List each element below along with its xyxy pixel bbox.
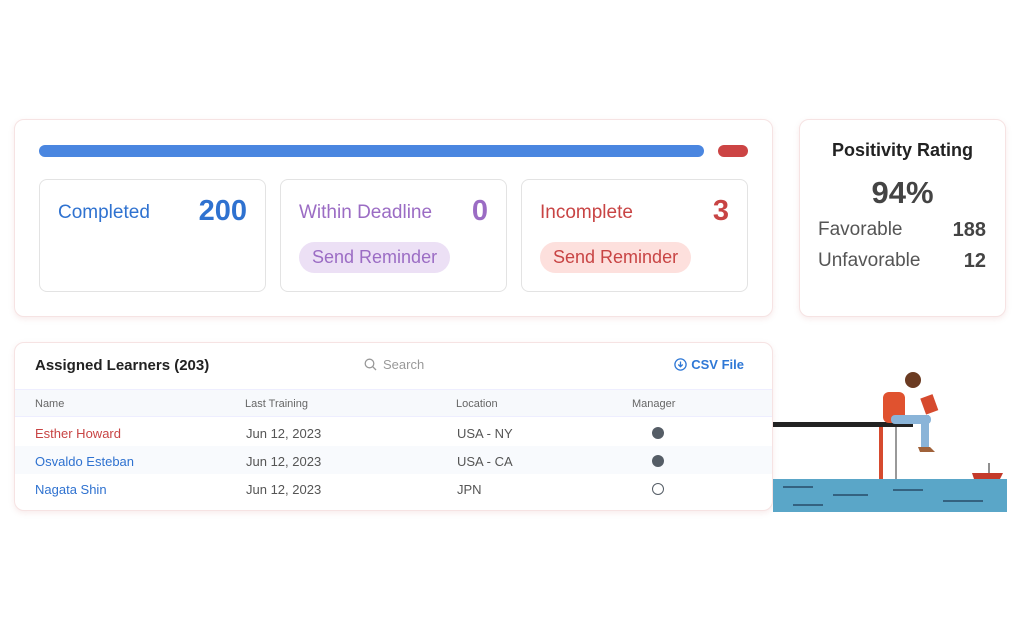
unfavorable-count: 12 xyxy=(963,250,986,272)
send-reminder-button[interactable]: Send Reminder xyxy=(540,242,692,273)
unfavorable-label: Unfavorable xyxy=(818,250,921,271)
unfavorable-row: Unfavorable 12 xyxy=(800,250,1005,273)
table-row[interactable]: Osvaldo Esteban Jun 12, 2023 USA - CA xyxy=(15,446,772,474)
progress-incomplete xyxy=(718,145,748,157)
positivity-rating-card: Positivity Rating 94% Favorable 188 Unfav… xyxy=(799,119,1006,317)
manager-filled-icon xyxy=(652,427,664,439)
stat-value: 200 xyxy=(198,195,247,227)
favorable-count: 188 xyxy=(952,219,986,241)
rating-title: Positivity Rating xyxy=(831,140,974,160)
csv-label: CSV File xyxy=(691,357,744,372)
assigned-learners-table: Assigned Learners (203) Search CSV File … xyxy=(14,342,773,511)
col-manager[interactable]: Manager xyxy=(632,398,675,410)
progress-completed xyxy=(39,145,705,157)
learner-name[interactable]: Nagata Shin xyxy=(35,482,107,497)
learner-name[interactable]: Osvaldo Esteban xyxy=(35,454,134,469)
stat-label: Incomplete xyxy=(540,202,633,223)
table-header: Name Last Training Location Manager xyxy=(15,389,772,417)
csv-download-button[interactable]: CSV File xyxy=(674,357,744,372)
last-training-date: Jun 12, 2023 xyxy=(246,482,322,497)
stat-completed: Completed 200 xyxy=(39,179,266,292)
rating-percent: 94% xyxy=(871,175,934,210)
manager-empty-icon xyxy=(652,483,664,495)
stat-within-deadline: Within Deadline 0 Send Reminder xyxy=(280,179,507,292)
download-icon xyxy=(674,358,687,371)
manager-filled-icon xyxy=(652,455,664,467)
stat-value: 3 xyxy=(712,195,729,227)
col-name[interactable]: Name xyxy=(35,398,64,410)
favorable-label: Favorable xyxy=(818,219,903,240)
favorable-row: Favorable 188 xyxy=(800,219,1005,242)
completion-summary-card: Completed 200 Within Deadline 0 Send Rem… xyxy=(14,119,773,317)
location: USA - CA xyxy=(457,454,513,469)
stat-label: Within Deadline xyxy=(299,202,433,223)
search-placeholder: Search xyxy=(383,357,425,372)
stat-value: 0 xyxy=(471,195,488,227)
search-icon xyxy=(364,358,377,371)
last-training-date: Jun 12, 2023 xyxy=(246,454,322,469)
search-input[interactable]: Search xyxy=(364,357,424,372)
col-last-training[interactable]: Last Training xyxy=(245,398,308,410)
stat-label: Completed xyxy=(58,202,150,223)
send-reminder-button[interactable]: Send Reminder xyxy=(299,242,451,273)
col-location[interactable]: Location xyxy=(456,398,498,410)
table-row[interactable]: Esther Howard Jun 12, 2023 USA - NY xyxy=(15,418,772,446)
learner-name[interactable]: Esther Howard xyxy=(35,426,121,441)
location: JPN xyxy=(457,482,482,497)
reading-on-pier-illustration xyxy=(773,372,1007,512)
location: USA - NY xyxy=(457,426,513,441)
table-row[interactable]: Nagata Shin Jun 12, 2023 JPN xyxy=(15,474,772,502)
stat-incomplete: Incomplete 3 Send Reminder xyxy=(521,179,748,292)
last-training-date: Jun 12, 2023 xyxy=(246,426,322,441)
table-title: Assigned Learners (203) xyxy=(35,357,210,374)
